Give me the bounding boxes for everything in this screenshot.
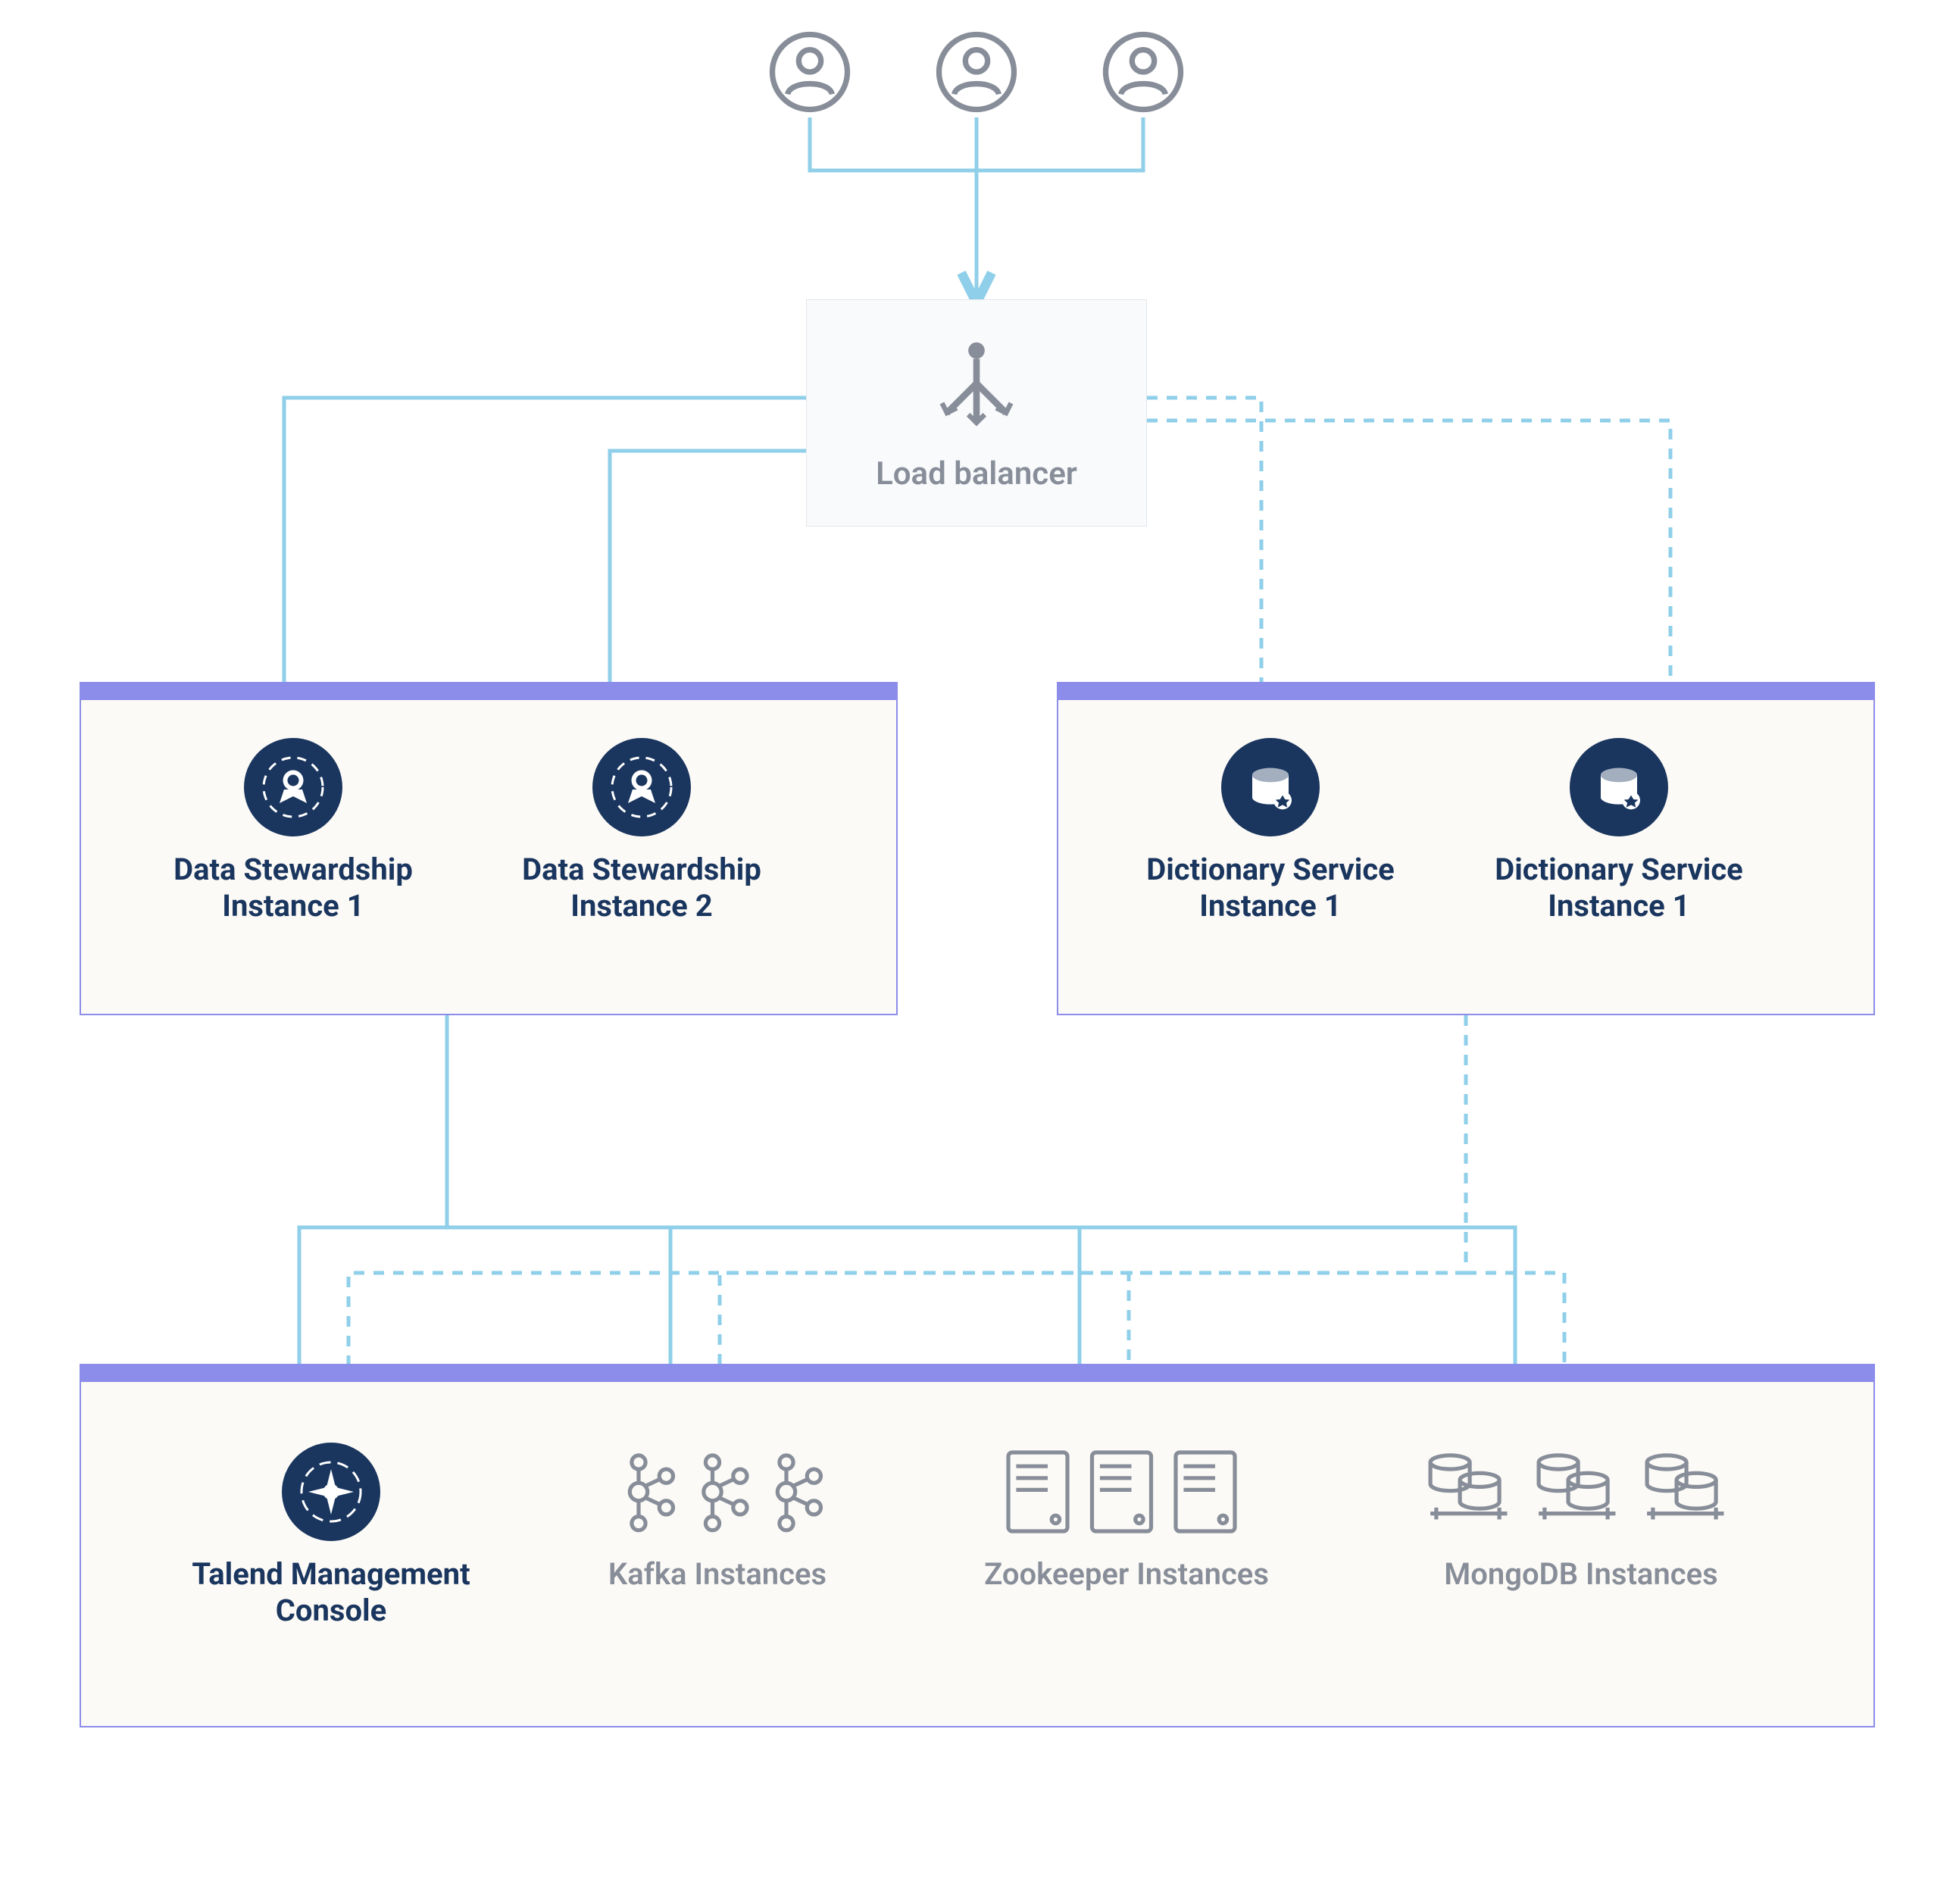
kafka-instances: Kafka Instances [581,1443,854,1593]
compass-icon [282,1443,380,1541]
database-cluster-icon [1414,1443,1748,1541]
user-icon [935,30,1018,114]
talend-management-console: Talend ManagementConsole [180,1443,483,1629]
node-label: Talend ManagementConsole [192,1556,470,1629]
kafka-icon [596,1443,839,1541]
diagram-canvas: Load balancer Data StewardshipInstance 1… [0,0,1953,1904]
dictionary-icon [1221,738,1320,836]
dictionary-icon [1570,738,1668,836]
node-label: MongoDB Instances [1444,1556,1717,1593]
node-label: Dictionary ServiceInstance 1 [1495,852,1743,924]
dictionary-service-instance-2: Dictionary ServiceInstance 1 [1483,738,1755,924]
dictionary-service-instance-1: Dictionary ServiceInstance 1 [1134,738,1407,924]
node-label: Data StewardshipInstance 1 [173,852,413,924]
load-balancer-icon [927,334,1026,433]
load-balancer-label: Load balancer [876,455,1077,492]
node-label: Dictionary ServiceInstance 1 [1146,852,1395,924]
zookeeper-instances: Zookeeper Instances [967,1443,1286,1593]
mongodb-instances: MongoDB Instances [1399,1443,1763,1593]
load-balancer-box: Load balancer [806,299,1147,527]
node-label: Kafka Instances [608,1556,827,1593]
infrastructure-panel: Talend ManagementConsole [80,1364,1875,1727]
stewardship-icon [592,738,691,836]
server-icon [994,1443,1259,1541]
data-stewardship-instance-1: Data StewardshipInstance 1 [157,738,430,924]
stewardship-icon [244,738,342,836]
node-label: Zookeeper Instances [984,1556,1269,1593]
user-icon [1101,30,1185,114]
node-label: Data StewardshipInstance 2 [522,852,761,924]
users-row [768,30,1185,114]
user-icon [768,30,852,114]
dictionary-service-panel: Dictionary ServiceInstance 1 Dictionary … [1057,682,1875,1015]
data-stewardship-panel: Data StewardshipInstance 1 Data Stewards… [80,682,898,1015]
data-stewardship-instance-2: Data StewardshipInstance 2 [505,738,778,924]
